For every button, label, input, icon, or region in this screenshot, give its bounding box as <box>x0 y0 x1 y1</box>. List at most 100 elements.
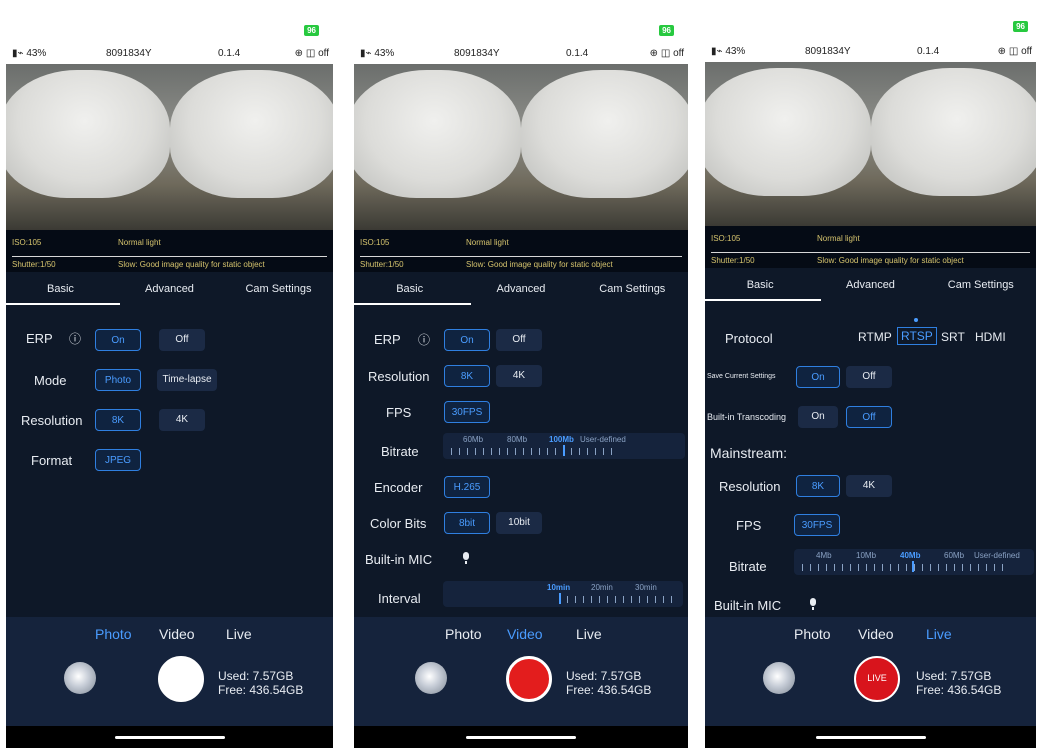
wifi-status[interactable]: ⊕ ◫ off <box>650 48 684 59</box>
tab-basic[interactable]: Basic <box>705 279 815 291</box>
interval-slider-thumb[interactable] <box>559 593 561 604</box>
mode-tab-video[interactable]: Video <box>159 626 195 642</box>
erp-off-button[interactable]: Off <box>496 329 542 351</box>
lens-left-view <box>6 70 170 198</box>
tab-advanced[interactable]: Advanced <box>815 279 925 291</box>
mode-tab-photo[interactable]: Photo <box>794 626 831 642</box>
microphone-icon[interactable] <box>462 552 470 564</box>
camera-preview[interactable] <box>354 64 688 230</box>
mode-tab-live[interactable]: Live <box>926 626 952 642</box>
tab-advanced[interactable]: Advanced <box>465 283 576 295</box>
bitrate-option-60[interactable]: 60Mb <box>463 435 483 444</box>
transcoding-off-button[interactable]: Off <box>846 406 892 428</box>
bitrate-option-4[interactable]: 4Mb <box>816 551 832 560</box>
battery-indicator: 96 <box>304 25 319 36</box>
camera-preview[interactable] <box>6 64 333 230</box>
camera-battery-label: ▮⌁ 43% <box>12 48 47 59</box>
gallery-thumbnail[interactable] <box>415 662 447 694</box>
mode-tab-live[interactable]: Live <box>226 626 252 642</box>
lens-left-view <box>705 68 871 196</box>
record-button[interactable] <box>506 656 552 702</box>
lens-right-view <box>870 68 1036 196</box>
bitrate-option-user-defined[interactable]: User-defined <box>974 551 1020 560</box>
interval-option-10[interactable]: 10min <box>547 583 570 592</box>
bitrate-ticks <box>802 564 1010 571</box>
transcoding-on-button[interactable]: On <box>798 406 838 428</box>
erp-off-button[interactable]: Off <box>159 329 205 351</box>
resolution-label: Resolution <box>719 479 781 494</box>
tab-basic[interactable]: Basic <box>354 283 465 295</box>
resolution-4k-button[interactable]: 4K <box>159 409 205 431</box>
resolution-4k-button[interactable]: 4K <box>846 475 892 497</box>
tab-cam-settings[interactable]: Cam Settings <box>926 279 1036 291</box>
mode-photo-button[interactable]: Photo <box>95 369 141 391</box>
resolution-8k-button[interactable]: 8K <box>95 409 141 431</box>
bitrate-option-60[interactable]: 60Mb <box>944 551 964 560</box>
bitrate-slider-thumb[interactable] <box>563 445 565 456</box>
resolution-8k-button[interactable]: 8K <box>444 365 490 387</box>
transcoding-label: Built-in Transcoding <box>707 412 787 422</box>
interval-slider[interactable]: 10min 20min 30min <box>443 581 683 607</box>
bitrate-option-80[interactable]: 80Mb <box>507 435 527 444</box>
color-bits-8-button[interactable]: 8bit <box>444 512 490 534</box>
tab-advanced[interactable]: Advanced <box>115 283 224 295</box>
microphone-icon[interactable] <box>809 598 817 610</box>
interval-option-20[interactable]: 20min <box>591 583 613 592</box>
mode-tab-photo[interactable]: Photo <box>445 626 482 642</box>
mode-tab-video[interactable]: Video <box>858 626 894 642</box>
info-icon[interactable]: ⓘ <box>69 330 81 347</box>
protocol-hdmi[interactable]: HDMI <box>975 330 1006 344</box>
iso-value: ISO:105 <box>12 238 42 247</box>
tab-basic[interactable]: Basic <box>6 283 115 295</box>
live-button[interactable]: LIVE <box>854 656 900 702</box>
fps-30-button[interactable]: 30FPS <box>794 514 840 536</box>
info-icon[interactable]: ⓘ <box>418 331 430 348</box>
capture-panel: Photo Video Live LIVE Used: 7.57GB Free:… <box>705 617 1036 748</box>
shutter-button[interactable] <box>158 656 204 702</box>
bitrate-slider[interactable]: 4Mb 10Mb 40Mb 60Mb User-defined <box>794 549 1034 575</box>
erp-on-button[interactable]: On <box>95 329 141 351</box>
shutter-value: Shutter:1/50 <box>12 260 56 269</box>
storage-free: Free: 436.54GB <box>916 683 1002 697</box>
save-settings-off-button[interactable]: Off <box>846 366 892 388</box>
protocol-srt[interactable]: SRT <box>941 330 965 344</box>
camera-status-bar: ▮⌁ 43% 8091834Y 0.1.4 ⊕ ◫ off <box>6 42 333 64</box>
mode-tab-photo[interactable]: Photo <box>95 626 132 642</box>
encoder-label: Encoder <box>374 480 423 495</box>
protocol-rtsp[interactable]: RTSP <box>897 327 937 345</box>
bitrate-option-10[interactable]: 10Mb <box>856 551 876 560</box>
home-indicator[interactable] <box>114 736 225 739</box>
encoder-h265-button[interactable]: H.265 <box>444 476 490 498</box>
mode-timelapse-button[interactable]: Time-lapse <box>157 369 217 391</box>
tab-cam-settings[interactable]: Cam Settings <box>224 283 333 295</box>
bitrate-option-100[interactable]: 100Mb <box>549 435 574 444</box>
color-bits-10-button[interactable]: 10bit <box>496 512 542 534</box>
gallery-thumbnail[interactable] <box>763 662 795 694</box>
camera-preview[interactable] <box>705 62 1036 226</box>
mode-tab-live[interactable]: Live <box>576 626 602 642</box>
resolution-8k-button[interactable]: 8K <box>796 475 840 497</box>
format-jpeg-button[interactable]: JPEG <box>95 449 141 471</box>
erp-on-button[interactable]: On <box>444 329 490 351</box>
home-indicator-bar <box>6 726 333 748</box>
interval-option-30[interactable]: 30min <box>635 583 657 592</box>
resolution-4k-button[interactable]: 4K <box>496 365 542 387</box>
home-indicator[interactable] <box>466 736 576 739</box>
gallery-thumbnail[interactable] <box>64 662 96 694</box>
firmware-version: 0.1.4 <box>566 48 589 59</box>
save-settings-on-button[interactable]: On <box>796 366 840 388</box>
camera-battery-label: ▮⌁ 43% <box>360 48 395 59</box>
bitrate-slider-thumb[interactable] <box>912 561 914 572</box>
protocol-rtmp[interactable]: RTMP <box>858 330 892 344</box>
wifi-status[interactable]: ⊕ ◫ off <box>295 48 329 59</box>
bitrate-slider[interactable]: 60Mb 80Mb 100Mb User-defined <box>443 433 685 459</box>
wifi-status[interactable]: ⊕ ◫ off <box>998 46 1032 57</box>
tab-cam-settings[interactable]: Cam Settings <box>577 283 688 295</box>
firmware-version: 0.1.4 <box>218 48 241 59</box>
fps-30-button[interactable]: 30FPS <box>444 401 490 423</box>
bitrate-option-40[interactable]: 40Mb <box>900 551 920 560</box>
exposure-info: ISO:105 Normal light Shutter:1/50 Slow: Go… <box>705 226 1036 268</box>
home-indicator[interactable] <box>815 736 926 739</box>
mode-tab-video[interactable]: Video <box>507 626 543 642</box>
bitrate-option-user-defined[interactable]: User-defined <box>580 435 626 444</box>
